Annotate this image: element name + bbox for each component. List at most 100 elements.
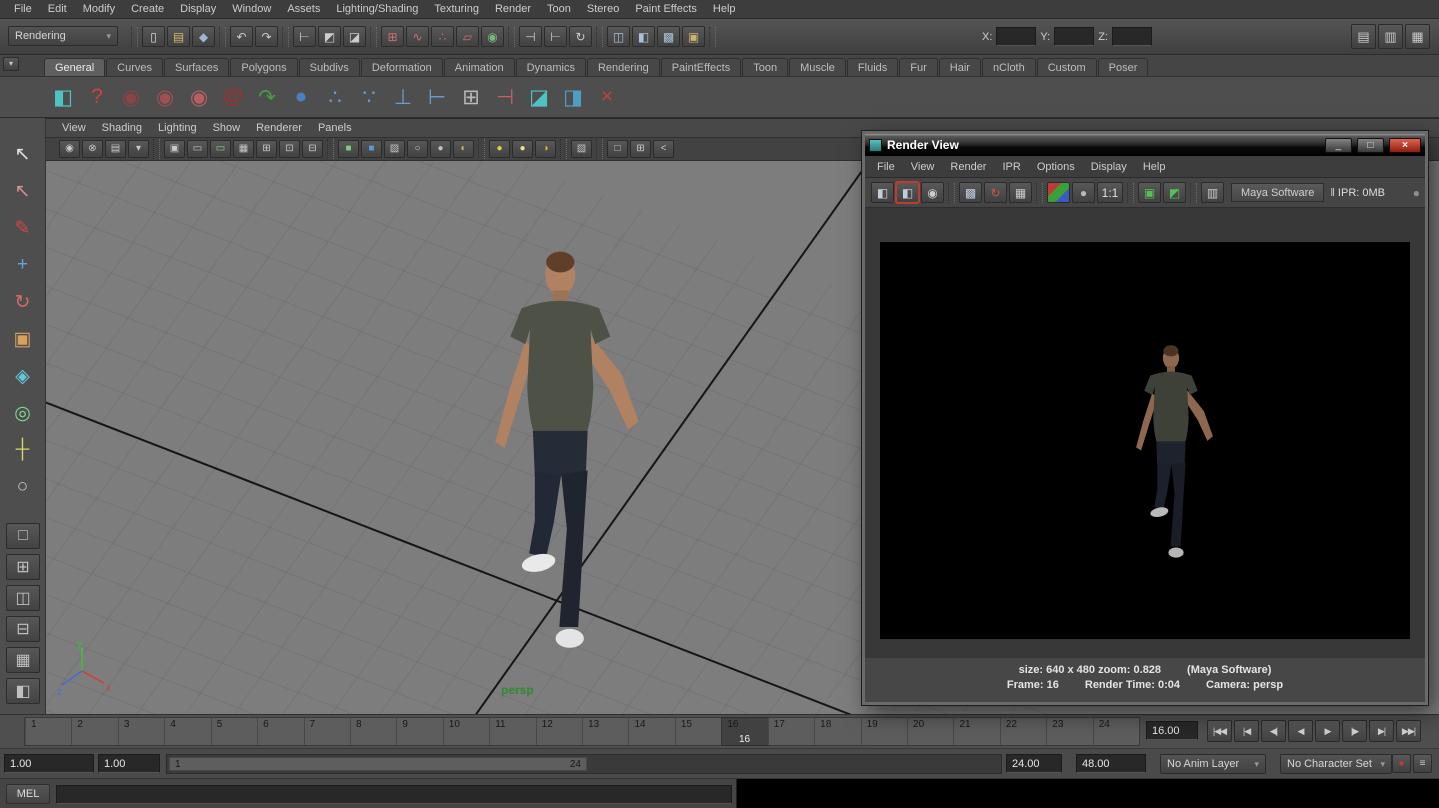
make-live-icon[interactable]: ◉ (481, 26, 504, 47)
render-view-menu-item[interactable]: Display (1083, 159, 1135, 175)
select-tool-icon[interactable]: ↖ (6, 138, 40, 170)
render-view-menu-item[interactable]: View (903, 159, 943, 175)
vp-image-plane-icon[interactable]: ▣ (164, 140, 185, 158)
vp-resolution-gate-icon[interactable]: ▭ (210, 140, 231, 158)
playback-start-field[interactable] (4, 754, 94, 773)
layout-single-pane-icon[interactable]: □ (6, 523, 40, 549)
viewport-menu-item[interactable]: Renderer (248, 120, 310, 136)
snap-to-point-icon[interactable]: ∴ (431, 26, 454, 47)
select-hierarchy-icon[interactable]: ⊢ (293, 26, 316, 47)
paint-select-tool-icon[interactable]: ✎ (6, 212, 40, 244)
vp-texture-mode-icon[interactable]: ■ (361, 140, 382, 158)
rv-rgb-channels-icon[interactable] (1047, 182, 1070, 203)
shelf-tab-ncloth[interactable]: nCloth (982, 58, 1036, 76)
rv-display-style-icon[interactable]: ▥ (1201, 182, 1224, 203)
viewport-menu-item[interactable]: Shading (94, 120, 150, 136)
main-menu-item[interactable]: Modify (75, 1, 123, 17)
scale-tool-icon[interactable]: ▣ (6, 323, 40, 355)
timeline-tick[interactable]: 22 (1000, 718, 1046, 745)
vp-field-chart-icon[interactable]: ⊞ (256, 140, 277, 158)
rv-region-marquee-icon[interactable]: ▦ (1009, 182, 1032, 203)
animation-end-field[interactable] (1076, 754, 1146, 773)
shelf-asset-icon[interactable]: ◨ (556, 80, 590, 114)
timeline-tick[interactable]: 5 (211, 718, 257, 745)
main-menu-item[interactable]: Lighting/Shading (328, 1, 426, 17)
main-menu-item[interactable]: Render (487, 1, 539, 17)
command-input[interactable] (56, 785, 732, 804)
universal-manipulator-icon[interactable]: ◈ (6, 360, 40, 392)
timeline-tick[interactable]: 6 (257, 718, 303, 745)
ipr-render-icon[interactable]: ▩ (657, 26, 680, 47)
shelf-set-key-icon[interactable]: ⊣ (488, 80, 522, 114)
timeline-tick[interactable]: 18 (814, 718, 860, 745)
last-tool-icon[interactable]: ○ (6, 471, 40, 503)
render-view-canvas[interactable] (865, 208, 1425, 658)
animation-preferences-icon[interactable]: ≡ (1413, 754, 1432, 773)
vp-xray-icon[interactable]: ▨ (384, 140, 405, 158)
vp-lock-camera-icon[interactable]: ⊗ (82, 140, 103, 158)
shelf-camera-aim-icon[interactable]: ◉ (148, 80, 182, 114)
select-object-icon[interactable]: ◩ (318, 26, 341, 47)
timeline-tick[interactable]: 12 (536, 718, 582, 745)
timeline-tick[interactable]: 14 (628, 718, 674, 745)
main-menu-item[interactable]: Help (705, 1, 744, 17)
render-settings-icon[interactable]: ▣ (682, 26, 705, 47)
shelf-tab-fluids[interactable]: Fluids (847, 58, 898, 76)
new-scene-icon[interactable]: ▯ (142, 26, 165, 47)
viewport-menu-item[interactable]: Panels (310, 120, 360, 136)
shelf-tab-surfaces[interactable]: Surfaces (164, 58, 229, 76)
main-menu-item[interactable]: Edit (40, 1, 75, 17)
go-to-start-button[interactable]: |◀◀ (1207, 720, 1232, 742)
vp-gate-mask-icon[interactable]: ▦ (233, 140, 254, 158)
shelf-tabs-toggle-icon[interactable]: ▾ (3, 57, 19, 71)
timeline-tick[interactable]: 20 (907, 718, 953, 745)
timeline-tick[interactable]: 9 (396, 718, 442, 745)
vp-select-camera-icon[interactable]: ◉ (59, 140, 80, 158)
timeline-tick[interactable]: 13 (582, 718, 628, 745)
vp-textured-icon[interactable]: ◐ (453, 140, 474, 158)
pause-ipr-icon[interactable]: ‖ (1330, 187, 1335, 199)
snap-to-curve-icon[interactable]: ∿ (406, 26, 429, 47)
main-menu-item[interactable]: Window (224, 1, 279, 17)
maximize-button[interactable]: □ (1357, 138, 1384, 153)
play-backwards-button[interactable]: ◀ (1288, 720, 1313, 742)
vp-film-gate-icon[interactable]: ▭ (187, 140, 208, 158)
attribute-editor-toggle-icon[interactable]: ▤ (1351, 24, 1376, 49)
main-menu-item[interactable]: Assets (279, 1, 328, 17)
rv-alpha-channel-icon[interactable]: ● (1072, 182, 1095, 203)
snap-to-grid-icon[interactable]: ⊞ (381, 26, 404, 47)
step-back-key-button[interactable]: ◀| (1261, 720, 1286, 742)
play-forwards-button[interactable]: ▶ (1315, 720, 1340, 742)
shelf-sphere-icon[interactable]: ● (284, 80, 318, 114)
minimize-button[interactable]: _ (1325, 138, 1352, 153)
show-manipulator-icon[interactable]: ┼ (6, 434, 40, 466)
shelf-tab-rendering[interactable]: Rendering (587, 58, 660, 76)
lasso-select-tool-icon[interactable]: ↖ (6, 175, 40, 207)
shelf-tab-custom[interactable]: Custom (1037, 58, 1097, 76)
timeline-tick[interactable]: 7 (304, 718, 350, 745)
viewport-menu-item[interactable]: View (54, 120, 94, 136)
shelf-tab-painteffects[interactable]: PaintEffects (661, 58, 742, 76)
shelf-tab-hair[interactable]: Hair (939, 58, 981, 76)
vp-wireframe-icon[interactable]: ○ (407, 140, 428, 158)
y-input[interactable] (1054, 27, 1094, 46)
render-view-menu-item[interactable]: Render (942, 159, 994, 175)
open-scene-icon[interactable]: ▤ (167, 26, 190, 47)
shelf-tab-toon[interactable]: Toon (742, 58, 788, 76)
auto-keyframe-icon[interactable]: ● (1392, 754, 1411, 773)
rv-snapshot-icon[interactable]: ◉ (921, 182, 944, 203)
timeline-tick[interactable]: 4 (164, 718, 210, 745)
current-frame-indicator[interactable]: 16 (721, 717, 768, 746)
main-menu-item[interactable]: File (6, 1, 40, 17)
rv-ipr-render-icon[interactable]: ▩ (959, 182, 982, 203)
vp-safe-title-icon[interactable]: ⊟ (302, 140, 323, 158)
rv-one-to-one-button[interactable]: 1:1 (1097, 182, 1123, 203)
construction-history-icon[interactable]: ↻ (569, 26, 592, 47)
timeline-tick[interactable]: 17 (768, 718, 814, 745)
layout-two-pane-icon[interactable]: ◫ (6, 585, 40, 611)
shelf-dependency-graph-icon[interactable]: ⊢ (420, 80, 454, 114)
layout-four-pane-icon[interactable]: ⊞ (6, 554, 40, 580)
shelf-tab-general[interactable]: General (44, 58, 105, 76)
vp-shadows-icon[interactable]: ◑ (535, 140, 556, 158)
layout-outliner-pane-icon[interactable]: ◧ (6, 678, 40, 704)
